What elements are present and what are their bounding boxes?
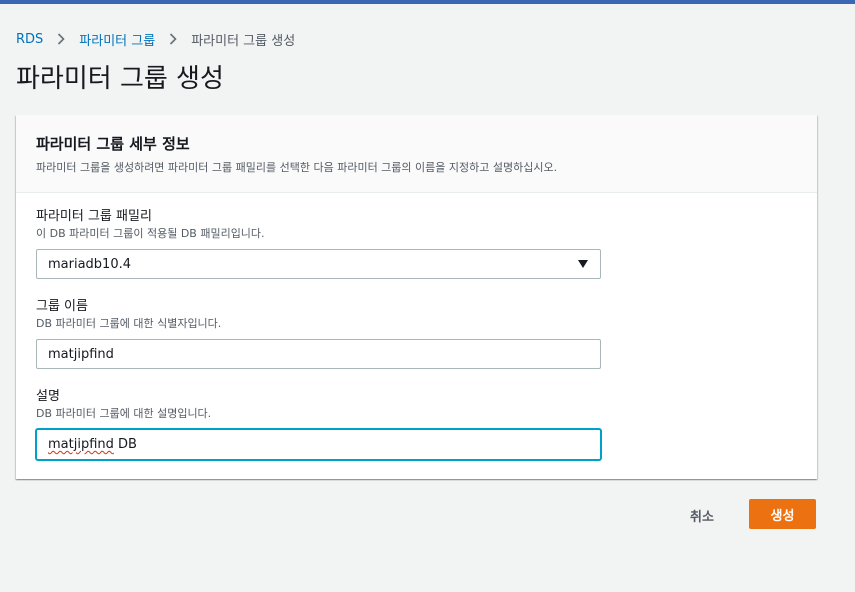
family-field: 파라미터 그룹 패밀리 이 DB 파라미터 그룹이 적용될 DB 패밀리입니다.… — [36, 209, 601, 279]
family-label: 파라미터 그룹 패밀리 — [36, 209, 152, 224]
breadcrumb-rds[interactable]: RDS — [16, 32, 43, 47]
group-name-field: 그룹 이름 DB 파라미터 그룹에 대한 식별자입니다. matjipfind — [36, 299, 601, 369]
family-select-value: mariadb10.4 — [48, 256, 132, 272]
description-label: 설명 — [36, 389, 60, 404]
group-name-description: DB 파라미터 그룹에 대한 식별자입니다. — [36, 317, 222, 330]
panel-description: 파라미터 그룹을 생성하려면 파라미터 그룹 패밀리를 선택한 다음 파라미터 … — [36, 161, 558, 174]
description-description: DB 파라미터 그룹에 대한 설명입니다. — [36, 407, 212, 420]
group-name-label: 그룹 이름 — [36, 299, 88, 314]
group-name-value: matjipfind — [48, 346, 114, 362]
description-value-misspelled-word: matjipfind — [48, 437, 114, 452]
chevron-right-icon — [167, 30, 179, 48]
breadcrumb-parameter-groups[interactable]: 파라미터 그룹 — [79, 30, 155, 49]
breadcrumb: RDS 파라미터 그룹 파라미터 그룹 생성 — [16, 30, 296, 49]
description-field: 설명 DB 파라미터 그룹에 대한 설명입니다. matjipfind DB — [36, 389, 601, 461]
page-title: 파라미터 그룹 생성 — [16, 64, 224, 94]
create-button[interactable]: 생성 — [749, 499, 816, 529]
chevron-right-icon — [55, 30, 67, 48]
group-name-input[interactable]: matjipfind — [36, 339, 601, 369]
description-input[interactable]: matjipfind DB — [36, 429, 601, 460]
family-description: 이 DB 파라미터 그룹이 적용될 DB 패밀리입니다. — [36, 227, 265, 240]
panel-title: 파라미터 그룹 세부 정보 — [36, 135, 190, 153]
caret-down-icon — [578, 260, 588, 268]
cancel-button[interactable]: 취소 — [677, 500, 727, 530]
description-value-rest: DB — [113, 437, 137, 452]
breadcrumb-current: 파라미터 그룹 생성 — [191, 33, 296, 49]
panel-header: 파라미터 그룹 세부 정보 파라미터 그룹을 생성하려면 파라미터 그룹 패밀리… — [16, 115, 817, 193]
top-accent-bar — [0, 0, 855, 4]
parameter-group-details-panel: 파라미터 그룹 세부 정보 파라미터 그룹을 생성하려면 파라미터 그룹 패밀리… — [16, 115, 817, 479]
family-select[interactable]: mariadb10.4 — [36, 249, 601, 279]
